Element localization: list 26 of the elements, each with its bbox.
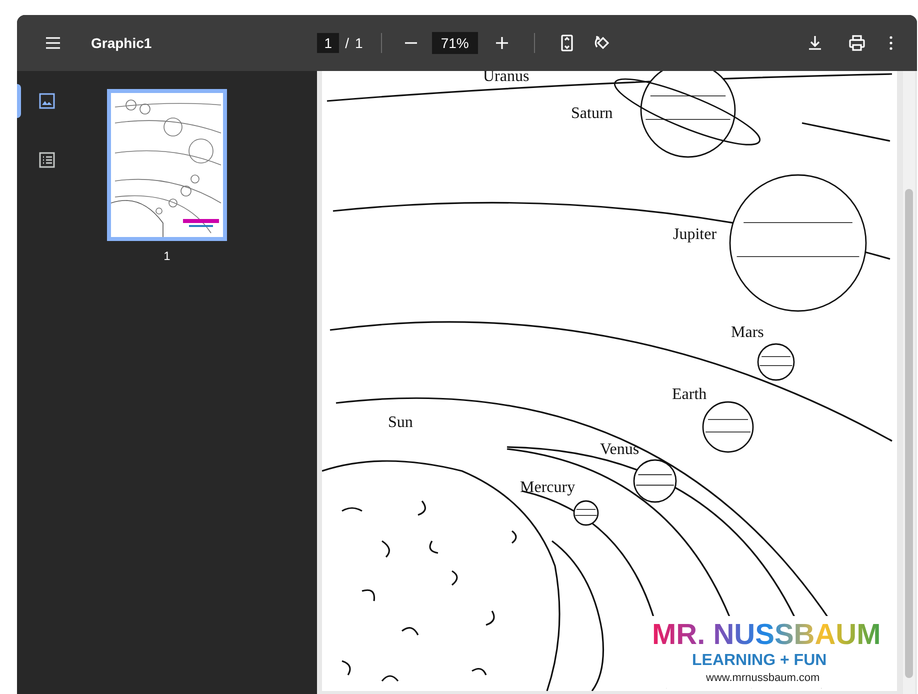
planet-label: Mercury: [520, 479, 576, 496]
planet-label: Earth: [672, 386, 707, 403]
brand-logo: MR. NUSSBAUM: [652, 619, 881, 651]
list-icon: [39, 152, 55, 168]
planet-label: Mars: [731, 324, 764, 341]
planet-label: Saturn: [571, 105, 613, 122]
zoom-field[interactable]: 71%: [432, 32, 478, 54]
website-url: www.mrnussbaum.com: [706, 672, 820, 684]
scrollbar[interactable]: [903, 71, 915, 694]
planet-label: Venus: [600, 441, 640, 458]
planet-drawing: [757, 343, 795, 381]
more-icon: [889, 35, 893, 51]
planet-drawing: [702, 401, 754, 453]
planet-drawing: [573, 500, 599, 526]
print-icon: [847, 33, 867, 53]
planet-drawing: [633, 459, 677, 503]
document-title: Graphic1: [91, 35, 152, 51]
page-count: 1: [355, 35, 363, 51]
minus-icon: [404, 41, 418, 45]
planet-label: Jupiter: [673, 226, 717, 243]
thumbnail-page-number: 1: [164, 249, 170, 263]
page-separator: /: [345, 35, 350, 51]
logo-tagline: LEARNING + FUN: [692, 652, 827, 669]
planet-label: Sun: [388, 414, 413, 431]
page-number-field[interactable]: 1: [317, 33, 340, 53]
image-icon: [39, 93, 55, 109]
